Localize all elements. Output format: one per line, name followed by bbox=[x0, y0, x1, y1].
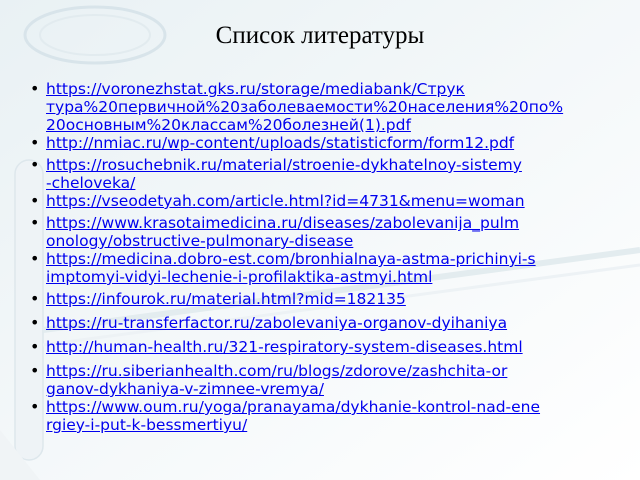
reference-link-line: https://rosuchebnik.ru/material/stroenie… bbox=[46, 156, 522, 174]
reference-link-line: imptomyi-vidyi-lechenie-i-profilaktika-a… bbox=[46, 268, 433, 286]
reference-link-line: https://ru.siberianhealth.com/ru/blogs/z… bbox=[46, 362, 508, 380]
reference-link-line: rgiey-i-put-k-bessmertiyu/ bbox=[46, 416, 248, 434]
reference-link-line: https://infourok.ru/material.html?mid=18… bbox=[46, 290, 406, 308]
reference-link[interactable]: https://www.krasotaimedicina.ru/diseases… bbox=[46, 214, 519, 250]
reference-item: https://www.krasotaimedicina.ru/diseases… bbox=[30, 214, 638, 250]
reference-item: https://medicina.dobro-est.com/bronhialn… bbox=[30, 250, 638, 286]
reference-item: http://human-health.ru/321-respiratory-s… bbox=[30, 338, 638, 356]
reference-item: https://voronezhstat.gks.ru/storage/medi… bbox=[30, 80, 638, 134]
reference-link-line: http://nmiac.ru/wp-content/uploads/stati… bbox=[46, 134, 515, 152]
reference-link[interactable]: https://rosuchebnik.ru/material/stroenie… bbox=[46, 156, 522, 192]
reference-list: https://voronezhstat.gks.ru/storage/medi… bbox=[30, 80, 638, 434]
reference-item: https://ru.siberianhealth.com/ru/blogs/z… bbox=[30, 362, 638, 398]
reference-link[interactable]: https://www.oum.ru/yoga/pranayama/dykhan… bbox=[46, 398, 540, 434]
reference-link[interactable]: https://medicina.dobro-est.com/bronhialn… bbox=[46, 250, 536, 286]
reference-link-line: 20основным%20классам%20болезней(1).pdf bbox=[46, 116, 411, 134]
reference-item: https://infourok.ru/material.html?mid=18… bbox=[30, 290, 638, 308]
reference-link-line: -cheloveka/ bbox=[46, 174, 136, 192]
reference-link-line: https://voronezhstat.gks.ru/storage/medi… bbox=[46, 80, 465, 98]
reference-link-line: тура%20первичной%20заболеваемости%20насе… bbox=[46, 98, 564, 116]
reference-link[interactable]: https://voronezhstat.gks.ru/storage/medi… bbox=[46, 80, 563, 134]
reference-link[interactable]: http://nmiac.ru/wp-content/uploads/stati… bbox=[46, 134, 514, 152]
reference-link-line: https://medicina.dobro-est.com/bronhialn… bbox=[46, 250, 536, 268]
reference-link[interactable]: https://ru.siberianhealth.com/ru/blogs/z… bbox=[46, 362, 507, 398]
reference-item: https://ru-transferfactor.ru/zabolevaniy… bbox=[30, 314, 638, 332]
reference-link-line: http://human-health.ru/321-respiratory-s… bbox=[46, 338, 523, 356]
page-title: Список литературы bbox=[215, 22, 425, 49]
reference-link-line: ganov-dykhaniya-v-zimnee-vremya/ bbox=[46, 380, 324, 398]
reference-link-line: https://www.krasotaimedicina.ru/diseases… bbox=[46, 214, 520, 232]
reference-item: https://vseodetyah.com/article.html?id=4… bbox=[30, 192, 638, 210]
reference-item: https://rosuchebnik.ru/material/stroenie… bbox=[30, 156, 638, 192]
reference-link-line: https://vseodetyah.com/article.html?id=4… bbox=[46, 192, 525, 210]
reference-link[interactable]: https://ru-transferfactor.ru/zabolevaniy… bbox=[46, 314, 507, 332]
reference-link[interactable]: https://infourok.ru/material.html?mid=18… bbox=[46, 290, 406, 308]
reference-link[interactable]: https://vseodetyah.com/article.html?id=4… bbox=[46, 192, 525, 210]
reference-link-line: https://ru-transferfactor.ru/zabolevaniy… bbox=[46, 314, 508, 332]
reference-item: https://www.oum.ru/yoga/pranayama/dykhan… bbox=[30, 398, 638, 434]
reference-item: http://nmiac.ru/wp-content/uploads/stati… bbox=[30, 134, 638, 152]
reference-link-line: https://www.oum.ru/yoga/pranayama/dykhan… bbox=[46, 398, 541, 416]
reference-link-line: onology/obstructive-pulmonary-disease bbox=[46, 232, 354, 250]
reference-link[interactable]: http://human-health.ru/321-respiratory-s… bbox=[46, 338, 523, 356]
